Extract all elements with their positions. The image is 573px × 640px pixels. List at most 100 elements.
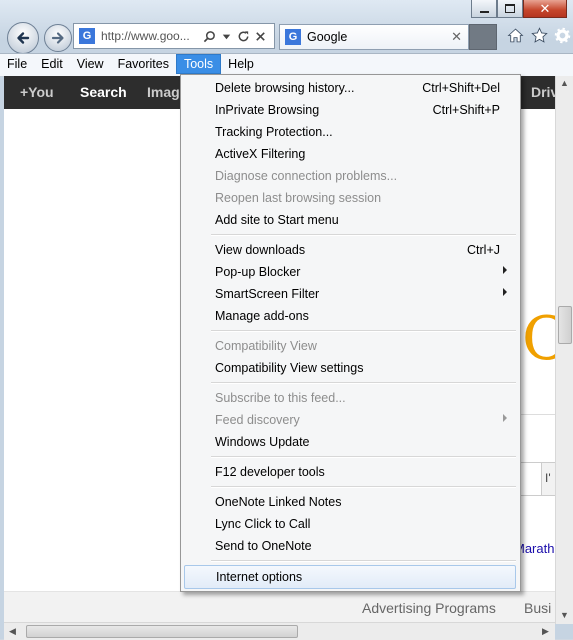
menu-item-view-downloads[interactable]: View downloads Ctrl+J (184, 239, 516, 261)
dropdown-arrow-icon[interactable] (219, 29, 233, 43)
menu-item-diagnose-connection-problems: Diagnose connection problems... (184, 165, 516, 187)
tab-google[interactable]: G Google ✕ (279, 24, 469, 50)
scroll-down-icon[interactable]: ▼ (560, 610, 569, 620)
menu-item-label: SmartScreen Filter (215, 287, 320, 301)
menu-item-lync-click-to-call[interactable]: Lync Click to Call (184, 513, 516, 535)
scroll-left-icon[interactable]: ◀ (9, 626, 16, 637)
menu-item-shortcut: Ctrl+Shift+P (432, 103, 500, 117)
submenu-arrow-icon (503, 266, 507, 274)
menu-item-delete-browsing-history[interactable]: Delete browsing history... Ctrl+Shift+Del (184, 77, 516, 99)
google-logo: C (522, 304, 555, 374)
gear-icon[interactable] (552, 25, 572, 45)
menu-item-label: Compatibility View (215, 339, 317, 353)
menu-item-tracking-protection[interactable]: Tracking Protection... (184, 121, 516, 143)
tab-close-icon[interactable]: ✕ (451, 29, 462, 45)
search-icon[interactable] (202, 29, 216, 43)
scroll-right-icon[interactable]: ▶ (542, 626, 549, 637)
refresh-icon[interactable] (236, 29, 250, 43)
back-arrow-icon (17, 32, 30, 44)
gbar-you-link[interactable]: +You (20, 84, 54, 100)
menu-item-label: Tracking Protection... (215, 125, 333, 139)
menu-item-subscribe-to-this-feed: Subscribe to this feed... (184, 387, 516, 409)
menu-separator (211, 234, 516, 236)
menu-file[interactable]: File (0, 54, 34, 74)
scroll-up-icon[interactable]: ▲ (560, 78, 569, 88)
menu-edit[interactable]: Edit (34, 54, 70, 74)
menu-separator (211, 456, 516, 458)
feeling-lucky-button[interactable]: I' (541, 462, 555, 496)
forward-arrow-icon (51, 32, 64, 44)
minimize-icon (479, 10, 489, 13)
new-tab-button[interactable] (469, 24, 497, 50)
stop-icon[interactable] (253, 29, 267, 43)
address-url[interactable]: http://www.goo... (101, 29, 199, 43)
menu-item-label: Diagnose connection problems... (215, 169, 398, 183)
horizontal-scrollbar[interactable]: ◀ ▶ (4, 622, 555, 640)
menu-item-activex-filtering[interactable]: ActiveX Filtering (184, 143, 516, 165)
menu-item-label: View downloads (215, 243, 306, 257)
menu-item-windows-update[interactable]: Windows Update (184, 431, 516, 453)
menu-item-shortcut: Ctrl+Shift+Del (422, 81, 500, 95)
menu-separator (211, 486, 516, 488)
footer-business-link[interactable]: Busi (524, 600, 551, 616)
google-favicon-icon: G (79, 28, 95, 44)
google-favicon-icon: G (285, 29, 301, 45)
menu-item-label: Pop-up Blocker (215, 265, 301, 279)
menu-favorites[interactable]: Favorites (111, 54, 176, 74)
maximize-button[interactable] (497, 0, 523, 18)
menu-separator (211, 382, 516, 384)
menu-item-compatibility-view: Compatibility View (184, 335, 516, 357)
menu-item-inprivate-browsing[interactable]: InPrivate Browsing Ctrl+Shift+P (184, 99, 516, 121)
menu-item-label: Compatibility View settings (215, 361, 364, 375)
menu-item-label: Reopen last browsing session (215, 191, 382, 205)
menu-tools[interactable]: Tools (175, 54, 222, 74)
menu-item-reopen-last-browsing-session: Reopen last browsing session (184, 187, 516, 209)
forward-button[interactable] (44, 24, 72, 52)
menu-view[interactable]: View (70, 54, 111, 74)
menu-item-internet-options[interactable]: Internet options (184, 565, 516, 589)
menu-item-smartscreen-filter[interactable]: SmartScreen Filter (184, 283, 516, 305)
menu-separator (211, 560, 516, 562)
menu-item-label: InPrivate Browsing (215, 103, 320, 117)
submenu-arrow-icon (503, 288, 507, 296)
close-icon: ✕ (539, 0, 551, 16)
vertical-scroll-thumb[interactable] (558, 306, 572, 344)
back-button[interactable] (7, 22, 39, 54)
menu-item-label: Send to OneNote (215, 539, 312, 553)
page-footer: Advertising Programs Busi (4, 591, 555, 624)
horizontal-scroll-thumb[interactable] (26, 625, 298, 638)
navigation-bar: G http://www.goo... G Google ✕ (0, 20, 573, 54)
menu-item-label: Feed discovery (215, 413, 300, 427)
tab-title: Google (307, 30, 348, 44)
star-icon[interactable] (529, 25, 549, 45)
home-icon[interactable] (505, 25, 525, 45)
menu-help[interactable]: Help (221, 54, 261, 74)
menu-item-label: F12 developer tools (215, 465, 325, 479)
menu-item-label: OneNote Linked Notes (215, 495, 342, 509)
menu-item-label: Internet options (216, 570, 303, 584)
menu-item-onenote-linked-notes[interactable]: OneNote Linked Notes (184, 491, 516, 513)
menu-item-label: ActiveX Filtering (215, 147, 306, 161)
menu-item-f12-developer-tools[interactable]: F12 developer tools (184, 461, 516, 483)
menu-item-label: Add site to Start menu (215, 213, 339, 227)
browser-window: ✕ G http://www.goo... G Google ✕ File Ed… (0, 0, 573, 640)
menu-item-manage-add-ons[interactable]: Manage add-ons (184, 305, 516, 327)
menu-item-compatibility-view-settings[interactable]: Compatibility View settings (184, 357, 516, 379)
gbar-search-link[interactable]: Search (80, 84, 127, 100)
menu-item-feed-discovery: Feed discovery (184, 409, 516, 431)
menu-item-pop-up-blocker[interactable]: Pop-up Blocker (184, 261, 516, 283)
menu-item-send-to-onenote[interactable]: Send to OneNote (184, 535, 516, 557)
vertical-scrollbar[interactable]: ▲ ▼ (555, 76, 573, 624)
menu-item-label: Delete browsing history... (215, 81, 355, 95)
minimize-button[interactable] (471, 0, 497, 18)
gbar-drive-link[interactable]: Driv (531, 84, 555, 100)
footer-advertising-link[interactable]: Advertising Programs (362, 600, 496, 616)
menu-item-label: Lync Click to Call (215, 517, 311, 531)
menu-item-add-site-to-start-menu[interactable]: Add site to Start menu (184, 209, 516, 231)
menu-item-label: Windows Update (215, 435, 310, 449)
address-bar[interactable]: G http://www.goo... (73, 23, 275, 49)
menu-item-label: Subscribe to this feed... (215, 391, 346, 405)
menu-item-label: Manage add-ons (215, 309, 309, 323)
close-window-button[interactable]: ✕ (523, 0, 567, 18)
gbar-images-link[interactable]: Imag (147, 84, 180, 100)
